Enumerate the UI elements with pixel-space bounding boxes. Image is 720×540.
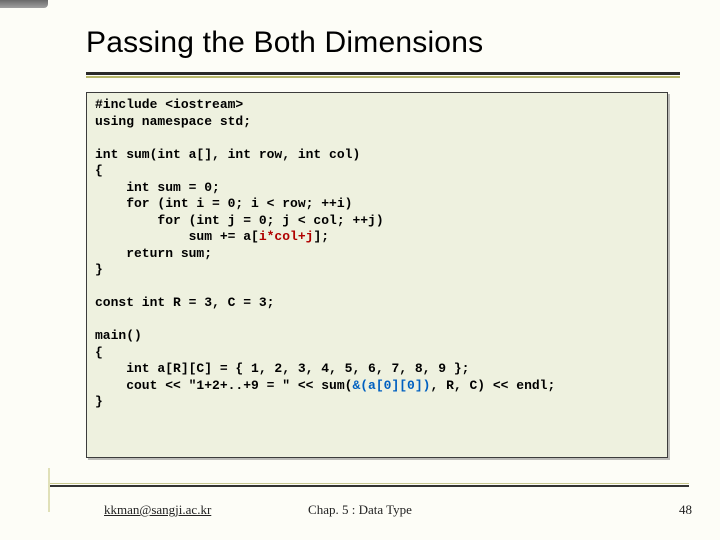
code-line: using namespace std; <box>95 114 251 129</box>
code-line: } <box>95 262 103 277</box>
code-line: { <box>95 345 103 360</box>
code-line: int sum = 0; <box>95 180 220 195</box>
code-line: int sum(int a[], int row, int col) <box>95 147 360 162</box>
footer-divider-light <box>49 483 689 484</box>
title-underline-light <box>86 76 680 78</box>
code-box: #include <iostream> using namespace std;… <box>86 92 668 458</box>
slide-title: Passing the Both Dimensions <box>86 26 680 60</box>
code-line: for (int i = 0; i < row; ++i) <box>95 196 352 211</box>
code-line: #include <iostream> <box>95 97 243 112</box>
code-line: const int R = 3, C = 3; <box>95 295 274 310</box>
title-underline-dark <box>86 72 680 75</box>
code-line: } <box>95 394 103 409</box>
code-highlight-address-expr: &(a[0][0]) <box>352 378 430 393</box>
slide-corner-tab <box>0 0 48 8</box>
code-line: return sum; <box>95 246 212 261</box>
footer-chapter: Chap. 5 : Data Type <box>0 502 720 518</box>
code-line: { <box>95 163 103 178</box>
code-line: ]; <box>313 229 329 244</box>
code-highlight-index-expr: i*col+j <box>259 229 314 244</box>
code-line: int a[R][C] = { 1, 2, 3, 4, 5, 6, 7, 8, … <box>95 361 469 376</box>
code-listing: #include <iostream> using namespace std;… <box>95 97 659 411</box>
code-line: sum += a[ <box>95 229 259 244</box>
title-block: Passing the Both Dimensions <box>86 26 680 60</box>
code-line: , R, C) << endl; <box>430 378 555 393</box>
slide: Passing the Both Dimensions #include <io… <box>0 0 720 540</box>
code-line: cout << "1+2+..+9 = " << sum( <box>95 378 352 393</box>
footer-divider-dark <box>49 485 689 487</box>
footer-page-number: 48 <box>679 502 692 518</box>
code-line: for (int j = 0; j < col; ++j) <box>95 213 384 228</box>
code-line: main() <box>95 328 142 343</box>
